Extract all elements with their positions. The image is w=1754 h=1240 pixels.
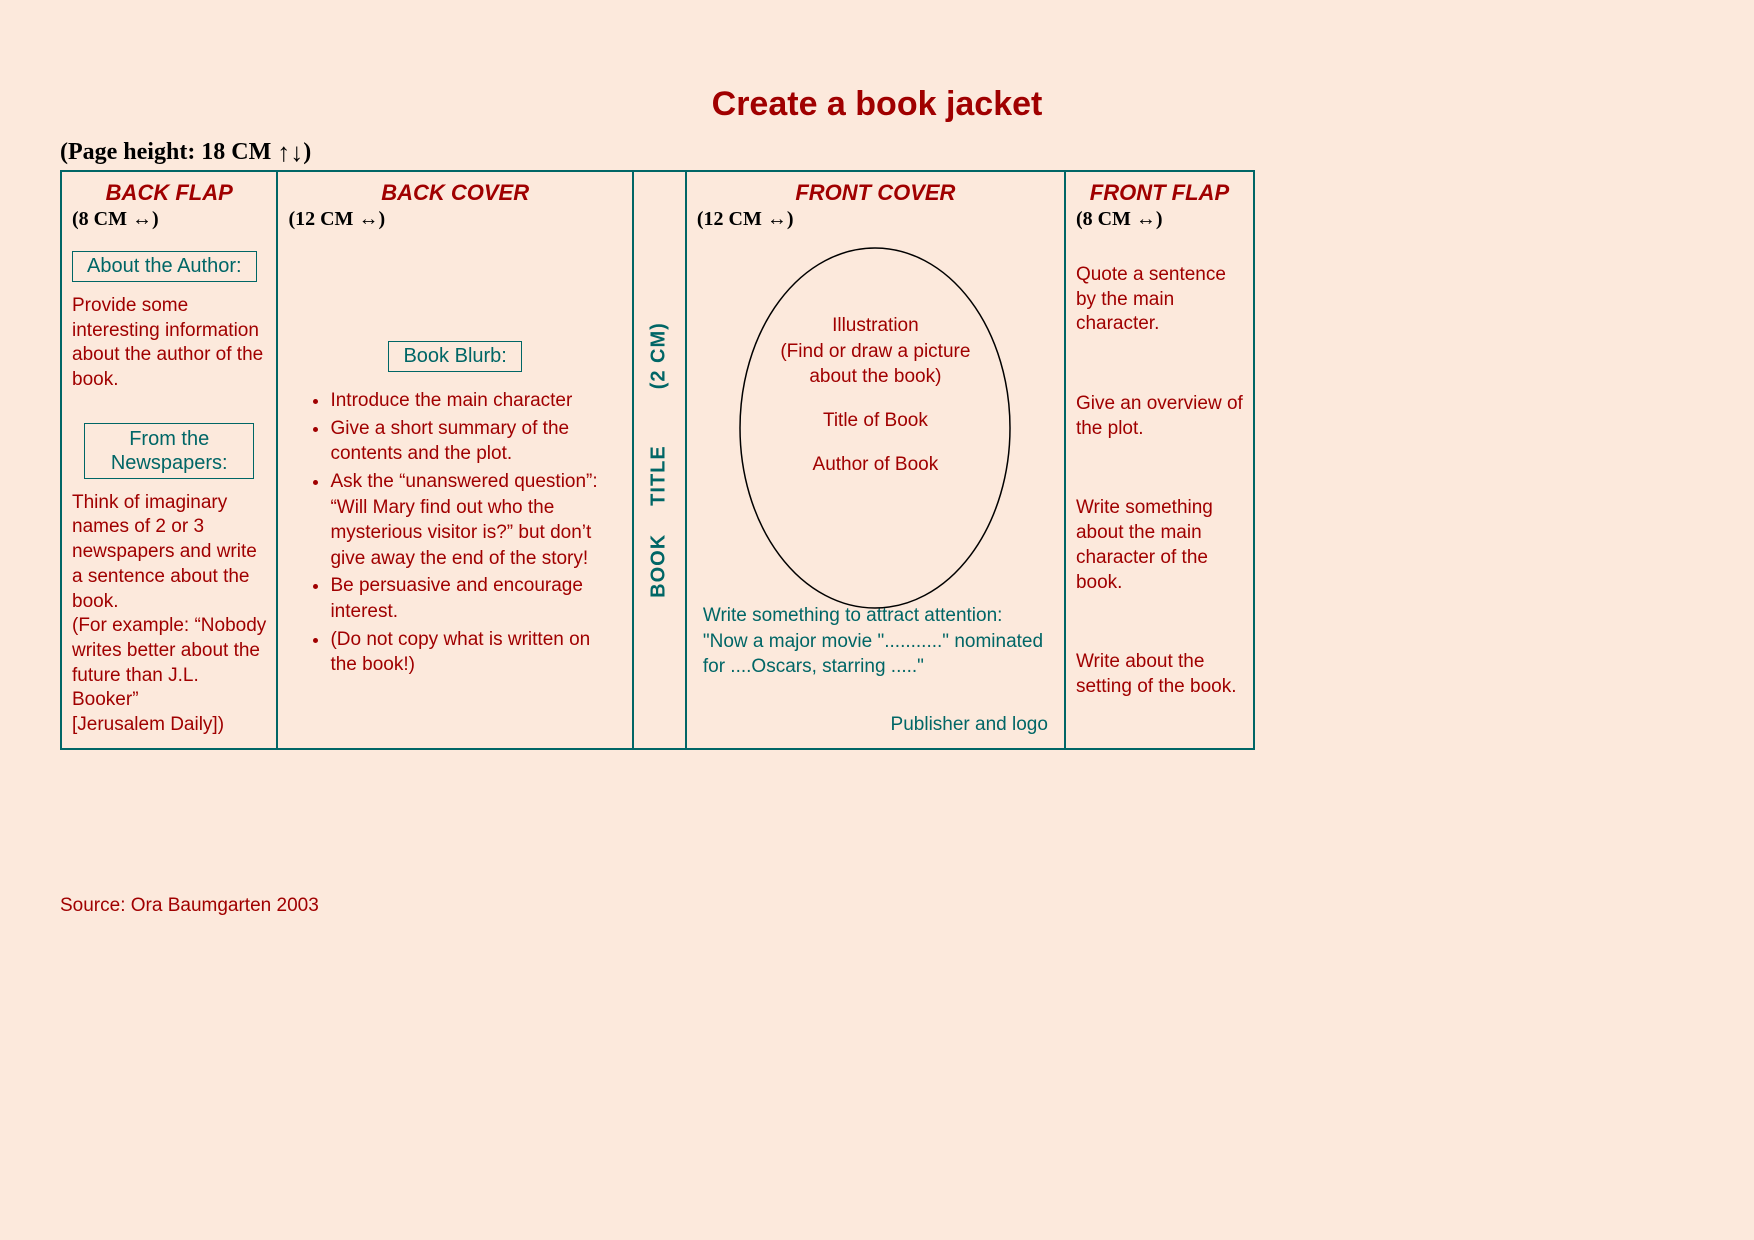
back-flap-cell: BACK FLAP (8 CM ↔) About the Author: Pro…: [61, 171, 277, 749]
author-of-book: Author of Book: [755, 452, 995, 478]
page-height-label: (Page height: 18 CM ↑↓): [60, 135, 311, 166]
publisher-text: Publisher and logo: [697, 714, 1054, 736]
back-cover-cell: BACK COVER (12 CM ↔) Book Blurb: Introdu…: [277, 171, 632, 749]
back-cover-title: BACK COVER: [288, 180, 621, 206]
illustration-ellipse: Illustration (Find or draw a picture abo…: [725, 243, 1025, 623]
spine-book: BOOK: [648, 534, 670, 598]
front-flap-dim-close: ): [1156, 208, 1163, 230]
front-cover-dim-text: (12 CM: [697, 208, 767, 230]
front-cover-dim: (12 CM ↔): [697, 208, 1054, 231]
page-height-close: ): [303, 139, 311, 165]
ellipse-content: Illustration (Find or draw a picture abo…: [755, 313, 995, 477]
title-of-book: Title of Book: [755, 408, 995, 434]
front-cover-dim-close: ): [787, 208, 794, 230]
source-text: Source: Ora Baumgarten 2003: [60, 895, 319, 917]
front-flap-p2: Give an overview of the plot.: [1076, 392, 1243, 441]
left-right-arrow-icon: ↔: [132, 208, 152, 230]
from-newspapers-text: From the Newspapers:: [99, 427, 239, 475]
spine-title: TITLE: [648, 445, 670, 506]
back-cover-dim-text: (12 CM: [288, 208, 358, 230]
back-flap-dim-close: ): [152, 208, 159, 230]
back-flap-dim: (8 CM ↔): [72, 208, 266, 231]
back-flap-dim-text: (8 CM: [72, 208, 132, 230]
jacket-table: BACK FLAP (8 CM ↔) About the Author: Pro…: [60, 170, 1255, 750]
blurb-list: Introduce the main character Give a shor…: [288, 388, 621, 678]
front-flap-title: FRONT FLAP: [1076, 180, 1243, 206]
page-height-text: (Page height: 18 CM: [60, 139, 277, 165]
front-flap-cell: FRONT FLAP (8 CM ↔) Quote a sentence by …: [1065, 171, 1254, 749]
back-flap-title: BACK FLAP: [72, 180, 266, 206]
back-cover-dim: (12 CM ↔): [288, 208, 621, 231]
newspapers-text: Think of imaginary names of 2 or 3 newsp…: [72, 491, 266, 738]
book-blurb-label: Book Blurb:: [388, 341, 521, 372]
list-item: Ask the “unanswered question”: “Will Mar…: [330, 469, 621, 572]
about-author-text: Provide some interesting information abo…: [72, 294, 266, 393]
illustration-text: Illustration (Find or draw a picture abo…: [755, 313, 995, 390]
spine-dim: (2 CM): [648, 322, 670, 389]
list-item: Introduce the main character: [330, 388, 621, 414]
back-cover-dim-close: ): [378, 208, 385, 230]
front-cover-title: FRONT COVER: [697, 180, 1054, 206]
spine-cell: BOOK TITLE (2 CM): [633, 171, 686, 749]
about-author-label: About the Author:: [72, 251, 257, 282]
front-flap-dim: (8 CM ↔): [1076, 208, 1243, 231]
from-newspapers-label: From the Newspapers:: [84, 423, 254, 479]
front-flap-p1: Quote a sentence by the main character.: [1076, 263, 1243, 337]
page-title: Create a book jacket: [0, 85, 1754, 124]
front-flap-dim-text: (8 CM: [1076, 208, 1136, 230]
front-flap-p3: Write something about the main character…: [1076, 496, 1243, 595]
left-right-arrow-icon: ↔: [1136, 208, 1156, 230]
left-right-arrow-icon: ↔: [358, 208, 378, 230]
list-item: Be persuasive and encourage interest.: [330, 573, 621, 624]
front-cover-cell: FRONT COVER (12 CM ↔) Illustration (Find…: [686, 171, 1065, 749]
front-flap-p4: Write about the setting of the book.: [1076, 650, 1243, 699]
list-item: (Do not copy what is written on the book…: [330, 627, 621, 678]
list-item: Give a short summary of the contents and…: [330, 416, 621, 467]
up-down-arrow-icon: ↑↓: [277, 137, 303, 167]
spine-text: BOOK TITLE (2 CM): [648, 322, 671, 598]
left-right-arrow-icon: ↔: [767, 208, 787, 230]
